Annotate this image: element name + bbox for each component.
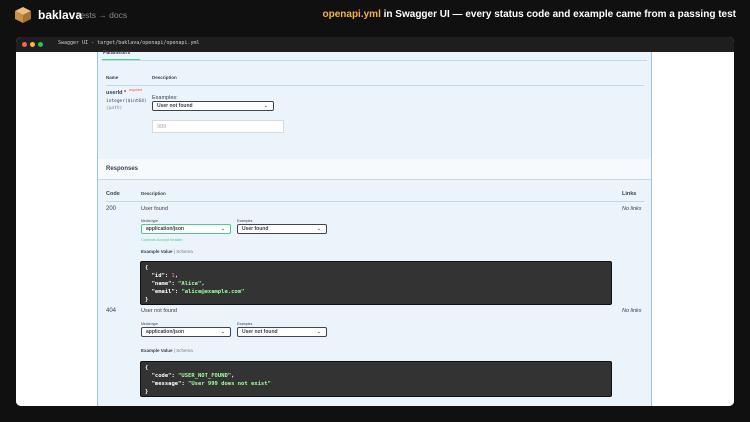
json-line: "code": "USER_NOT_FOUND", (151, 373, 235, 379)
column-header-response-description: Description (141, 191, 166, 196)
divider (106, 201, 644, 202)
json-line: "email": "alice@example.com" (151, 289, 245, 295)
param-location: (path) (106, 106, 123, 111)
operation-panel: Parameters Name Description userId * req… (97, 50, 652, 406)
controls-accept-note: Controls Accept header. (141, 237, 184, 242)
json-line: "name": "Alice", (151, 281, 205, 287)
chevron-down-icon: ⌄ (316, 226, 321, 232)
example-schema-tabs: Example Value | Schema (141, 348, 193, 353)
headline-highlight: openapi.yml (322, 9, 381, 20)
close-window-button[interactable] (22, 42, 27, 47)
tab-schema[interactable]: Schema (176, 249, 193, 254)
example-code-block[interactable]: { "id": 1, "name": "Alice", "email": "al… (140, 261, 612, 305)
param-examples-select[interactable]: User not found ⌄ (152, 101, 274, 111)
maximize-window-button[interactable] (38, 42, 43, 47)
media-type-label: Media type (141, 219, 159, 223)
window-title: Swagger UI - target/baklava/openapi/open… (58, 40, 200, 46)
media-type-label: Media type (141, 322, 159, 326)
responses-header-bar (98, 159, 651, 179)
response-description: User found (141, 206, 168, 212)
column-header-description: Description (152, 75, 177, 80)
tab-schema[interactable]: Schema (176, 348, 193, 353)
package-box-icon (15, 7, 31, 23)
divider (98, 179, 651, 180)
breadcrumb: tests → docs (78, 10, 128, 20)
response-code: 404 (106, 308, 117, 314)
json-line: { (145, 265, 149, 271)
responses-title: Responses (106, 166, 139, 172)
media-type-select[interactable]: application/json ⌄ (141, 224, 231, 234)
media-type-select[interactable]: application/json ⌄ (141, 327, 231, 337)
column-header-name: Name (106, 75, 119, 80)
column-header-code: Code (106, 191, 120, 197)
required-label: required (129, 88, 142, 92)
json-line: } (145, 297, 149, 303)
headline: openapi.yml in Swagger UI — every status… (323, 9, 737, 20)
column-header-links: Links (622, 191, 637, 197)
app-window: Swagger UI - target/baklava/openapi/open… (16, 37, 734, 406)
divider (102, 60, 647, 61)
minimize-window-button[interactable] (30, 42, 35, 47)
examples-label: Examples (237, 322, 253, 326)
example-schema-tabs: Example Value | Schema (141, 249, 193, 254)
json-line: "id": 1, (151, 273, 179, 279)
response-links: No links (622, 206, 642, 212)
divider (106, 85, 644, 86)
tab-example-value[interactable]: Example Value (141, 348, 173, 353)
headline-text: in Swagger UI — every status code and ex… (380, 9, 736, 20)
json-line: "message": "User 999 does not exist" (151, 381, 271, 387)
json-line: } (145, 389, 149, 395)
swagger-content[interactable]: Parameters Name Description userId * req… (16, 50, 734, 406)
response-code: 200 (106, 206, 117, 212)
response-examples-select[interactable]: User found ⌄ (237, 224, 327, 234)
chevron-down-icon: ⌄ (220, 329, 225, 335)
example-code-block[interactable]: { "code": "USER_NOT_FOUND", "message": "… (140, 361, 612, 397)
brand-name: baklava (38, 8, 83, 22)
examples-label: Examples (237, 219, 253, 223)
chevron-down-icon: ⌄ (263, 103, 268, 109)
tab-parameters[interactable]: Parameters (103, 50, 130, 56)
response-examples-select[interactable]: User not found ⌄ (237, 327, 327, 337)
chevron-down-icon: ⌄ (220, 226, 225, 232)
top-bar: baklava tests → docs openapi.yml in Swag… (0, 0, 750, 30)
user-id-input[interactable]: 999 (152, 120, 284, 133)
response-links: No links (622, 308, 642, 314)
json-line: { (145, 365, 149, 371)
chevron-down-icon: ⌄ (316, 329, 321, 335)
response-description: User not found (141, 308, 178, 314)
param-type: integer($int64) (path) (106, 99, 147, 111)
param-name: userId * (106, 90, 127, 96)
tab-example-value[interactable]: Example Value (141, 249, 173, 254)
